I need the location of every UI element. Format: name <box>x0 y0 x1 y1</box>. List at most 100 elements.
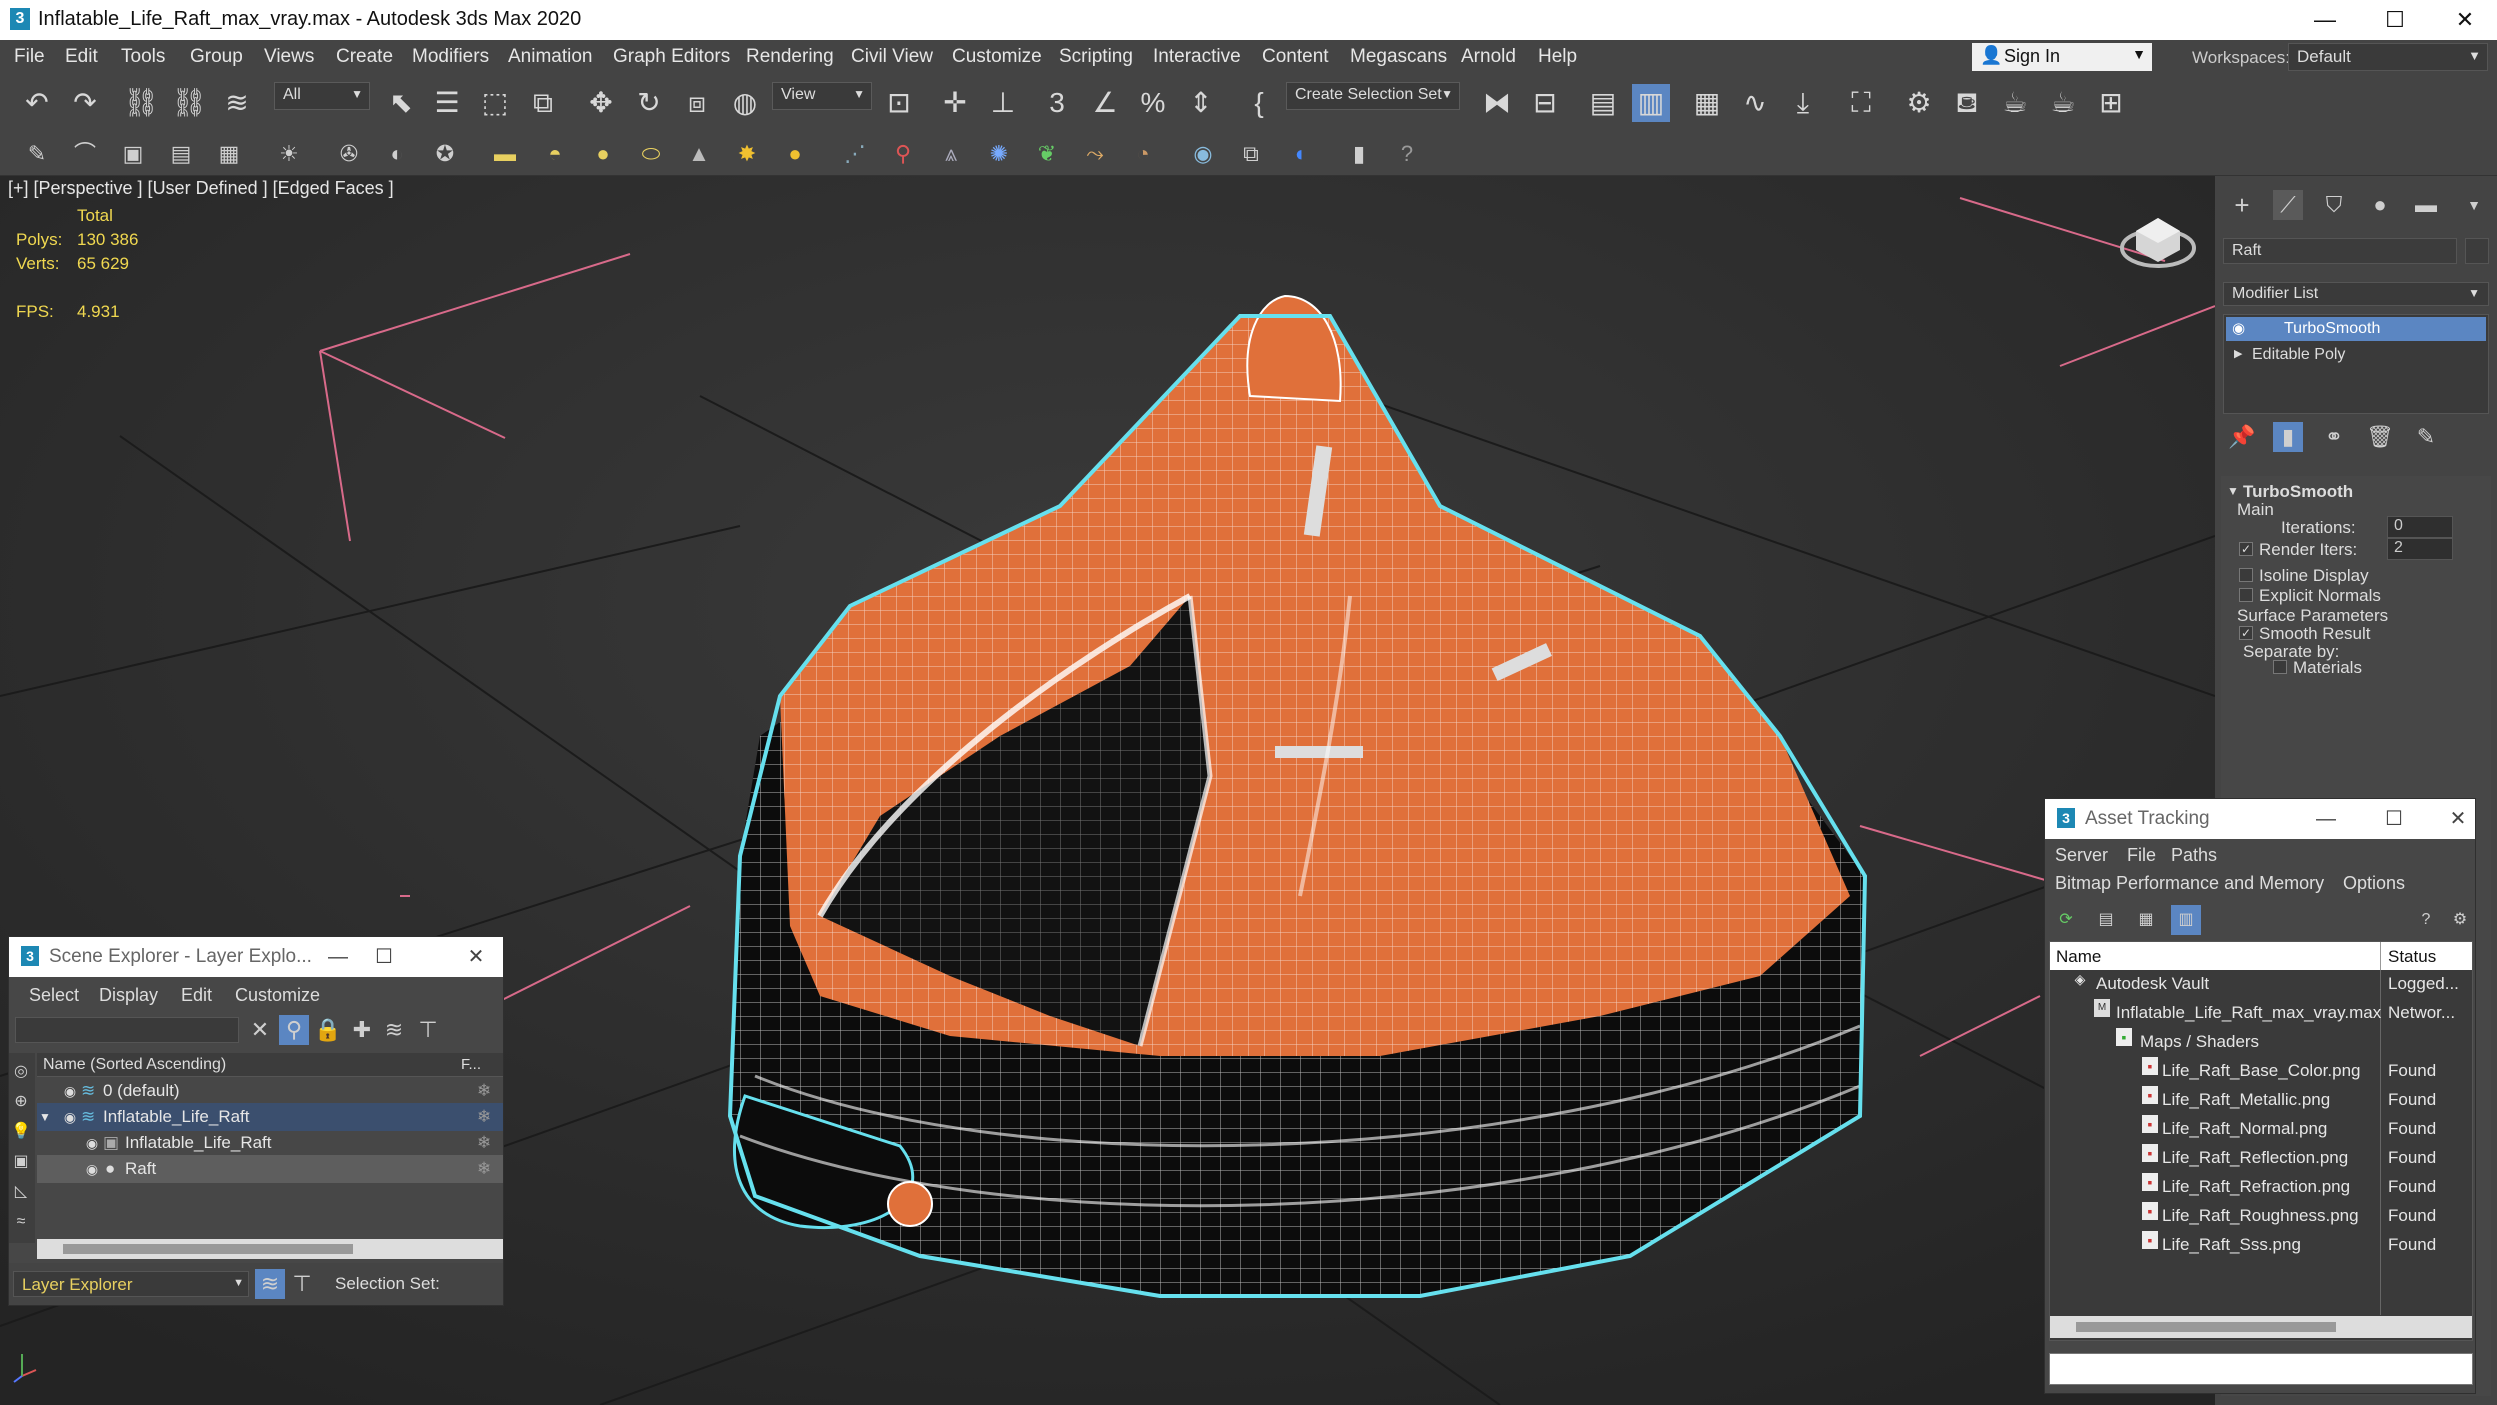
eye-icon[interactable]: ◉ <box>59 1077 81 1105</box>
undo-icon[interactable]: ↶ <box>18 84 56 122</box>
menu-server[interactable]: Server <box>2055 845 2108 866</box>
keyboard-shortcut-override-icon[interactable]: ⊥ <box>984 84 1022 122</box>
place-icon[interactable]: ◍ <box>726 84 764 122</box>
help-icon[interactable]: ? <box>2411 905 2441 935</box>
layer-row-default[interactable]: ◉ ≋ 0 (default) ❄ <box>37 1077 503 1105</box>
expand-arrow-icon[interactable]: ▼ <box>39 1103 51 1131</box>
rendered-frame-window-icon[interactable]: ⛾ <box>1948 84 1986 122</box>
minimize-button[interactable]: — <box>2303 801 2349 837</box>
remove-modifier-icon[interactable]: 🗑 <box>2365 422 2395 452</box>
explicit-normals-checkbox[interactable] <box>2239 588 2253 602</box>
selection-tool-icon[interactable]: ⌒ <box>70 139 100 169</box>
menu-tools[interactable]: Tools <box>121 46 165 68</box>
settings-icon[interactable]: ⚙ <box>2445 905 2475 935</box>
pin-stack-icon[interactable]: 📌 <box>2227 422 2257 452</box>
freeform-icon[interactable]: ✎ <box>22 139 52 169</box>
spinner-snap-icon[interactable]: ⇕ <box>1182 84 1220 122</box>
horizontal-scrollbar[interactable] <box>37 1239 503 1259</box>
configure-modifier-sets-icon[interactable]: ✎ <box>2411 422 2441 452</box>
display-helpers-icon[interactable]: ◺ <box>9 1177 33 1207</box>
volume-grid-icon[interactable]: ✺ <box>984 139 1014 169</box>
menu-rendering[interactable]: Rendering <box>746 46 834 68</box>
plane-light-icon[interactable]: ▬ <box>490 139 520 169</box>
link-icon[interactable]: ⛓ <box>122 84 160 122</box>
render-iters-checkbox[interactable]: ✓ <box>2239 542 2253 556</box>
menu-arnold[interactable]: Arnold <box>1461 46 1516 68</box>
freeze-icon[interactable]: ❄ <box>477 1155 491 1183</box>
menu-content[interactable]: Content <box>1262 46 1329 68</box>
proxy-icon[interactable]: ⋰ <box>840 139 870 169</box>
table-view-icon[interactable]: ▥ <box>2171 905 2201 935</box>
asset-row-max-file[interactable]: M Inflatable_Life_Raft_max_vray.max Netw… <box>2050 999 2472 1027</box>
menu-interactive[interactable]: Interactive <box>1153 46 1241 68</box>
modify-tab-icon[interactable]: ⟋ <box>2273 190 2303 220</box>
menu-edit[interactable]: Edit <box>181 985 212 1006</box>
vray-tool-icon-2[interactable]: ◐ <box>382 139 412 169</box>
render-iters-spinner[interactable]: 2 <box>2387 538 2453 560</box>
minimize-button[interactable]: — <box>315 939 361 975</box>
menu-scripting[interactable]: Scripting <box>1059 46 1133 68</box>
maximize-button[interactable]: ☐ <box>2360 2 2430 38</box>
object-color-swatch[interactable] <box>2465 238 2489 264</box>
redo-icon[interactable]: ↷ <box>66 84 104 122</box>
asset-path-field[interactable] <box>2049 1353 2473 1385</box>
reference-coordinate-dropdown[interactable]: View ▼ <box>772 82 872 110</box>
asset-row-bitmap[interactable]: ▪ Life_Raft_Sss.png Found <box>2050 1231 2472 1259</box>
make-unique-icon[interactable]: ⚭ <box>2319 422 2349 452</box>
viewport-label[interactable]: [+] [Perspective ] [User Defined ] [Edge… <box>8 178 394 199</box>
close-button[interactable]: ✕ <box>2441 801 2475 837</box>
workspace-select[interactable]: Default ▼ <box>2288 43 2488 71</box>
mesh-light-icon[interactable]: ⬭ <box>636 139 666 169</box>
material-editor-icon[interactable]: ◉ <box>1188 139 1218 169</box>
asset-row-bitmap[interactable]: ▪ Life_Raft_Reflection.png Found <box>2050 1144 2472 1172</box>
scene-explorer-toggle-icon[interactable]: ▤ <box>1584 84 1622 122</box>
help-icon[interactable]: ? <box>1392 139 1422 169</box>
clear-search-icon[interactable]: ✕ <box>245 1015 275 1045</box>
stack-item-turbosmooth[interactable]: ◉ TurboSmooth <box>2226 317 2486 341</box>
object-paint-icon[interactable]: ▣ <box>118 139 148 169</box>
unlink-icon[interactable]: ⛓ <box>170 84 208 122</box>
display-cameras-icon[interactable]: ▣ <box>9 1147 33 1177</box>
menu-paths[interactable]: Paths <box>2171 845 2217 866</box>
motion-tab-icon[interactable]: ● <box>2365 190 2395 220</box>
pivot-center-icon[interactable]: ⊡ <box>880 84 918 122</box>
menu-animation[interactable]: Animation <box>508 46 593 68</box>
stack-item-editable-poly[interactable]: ▶ Editable Poly <box>2226 343 2486 367</box>
convert-icon[interactable]: ◖ <box>1284 139 1314 169</box>
scale-icon[interactable]: ⧈ <box>678 84 716 122</box>
object-row-raft[interactable]: ◉ ● Raft ❄ <box>37 1155 503 1183</box>
sign-in-button[interactable]: 👤 Sign In ▼ <box>1972 43 2152 71</box>
freeze-column-header[interactable]: F... <box>461 1056 481 1073</box>
percent-snap-icon[interactable]: % <box>1134 84 1172 122</box>
light-tool-icon[interactable]: ☀ <box>274 139 304 169</box>
fur-icon[interactable]: ⚲ <box>888 139 918 169</box>
menu-file[interactable]: File <box>2127 845 2156 866</box>
thumbnail-view-icon[interactable]: ▦ <box>2131 905 2161 935</box>
schematic-view-icon[interactable]: ⛶ <box>1842 84 1880 122</box>
display-spacewarps-icon[interactable]: ≈ <box>9 1207 33 1237</box>
menu-views[interactable]: Views <box>264 46 314 68</box>
vray-tool-icon-3[interactable]: ✪ <box>430 139 460 169</box>
maximize-button[interactable]: ☐ <box>361 939 407 975</box>
rectangular-selection-icon[interactable]: ⬚ <box>476 84 514 122</box>
window-crossing-icon[interactable]: ⧉ <box>524 84 562 122</box>
bind-space-warp-icon[interactable]: ≋ <box>218 84 256 122</box>
modifier-list-dropdown[interactable]: Modifier List ▼ <box>2223 282 2489 306</box>
maximize-button[interactable]: ☐ <box>2371 801 2417 837</box>
asset-row-bitmap[interactable]: ▪ Life_Raft_Normal.png Found <box>2050 1115 2472 1143</box>
search-input[interactable] <box>15 1017 239 1043</box>
menu-options[interactable]: Options <box>2343 873 2405 894</box>
menu-graph-editors[interactable]: Graph Editors <box>613 46 730 68</box>
layer-mode-icon[interactable]: ≋ <box>255 1269 285 1299</box>
ambient-light-icon[interactable]: ● <box>780 139 810 169</box>
eye-icon[interactable]: ◉ <box>81 1129 103 1157</box>
collapse-arrow-icon[interactable]: ▼ <box>2227 484 2239 498</box>
snaps-toggle-icon[interactable]: 3 <box>1038 84 1076 122</box>
move-icon[interactable]: ✥ <box>582 84 620 122</box>
render-iterative-icon[interactable]: ☕ <box>2044 84 2082 122</box>
horizontal-scrollbar[interactable] <box>2050 1316 2472 1338</box>
asset-row-bitmap[interactable]: ▪ Life_Raft_Base_Color.png Found <box>2050 1057 2472 1085</box>
render-production-icon[interactable]: ☕ <box>1996 84 2034 122</box>
dome-light-icon[interactable]: ◓ <box>540 139 570 169</box>
menu-file[interactable]: File <box>14 46 45 68</box>
